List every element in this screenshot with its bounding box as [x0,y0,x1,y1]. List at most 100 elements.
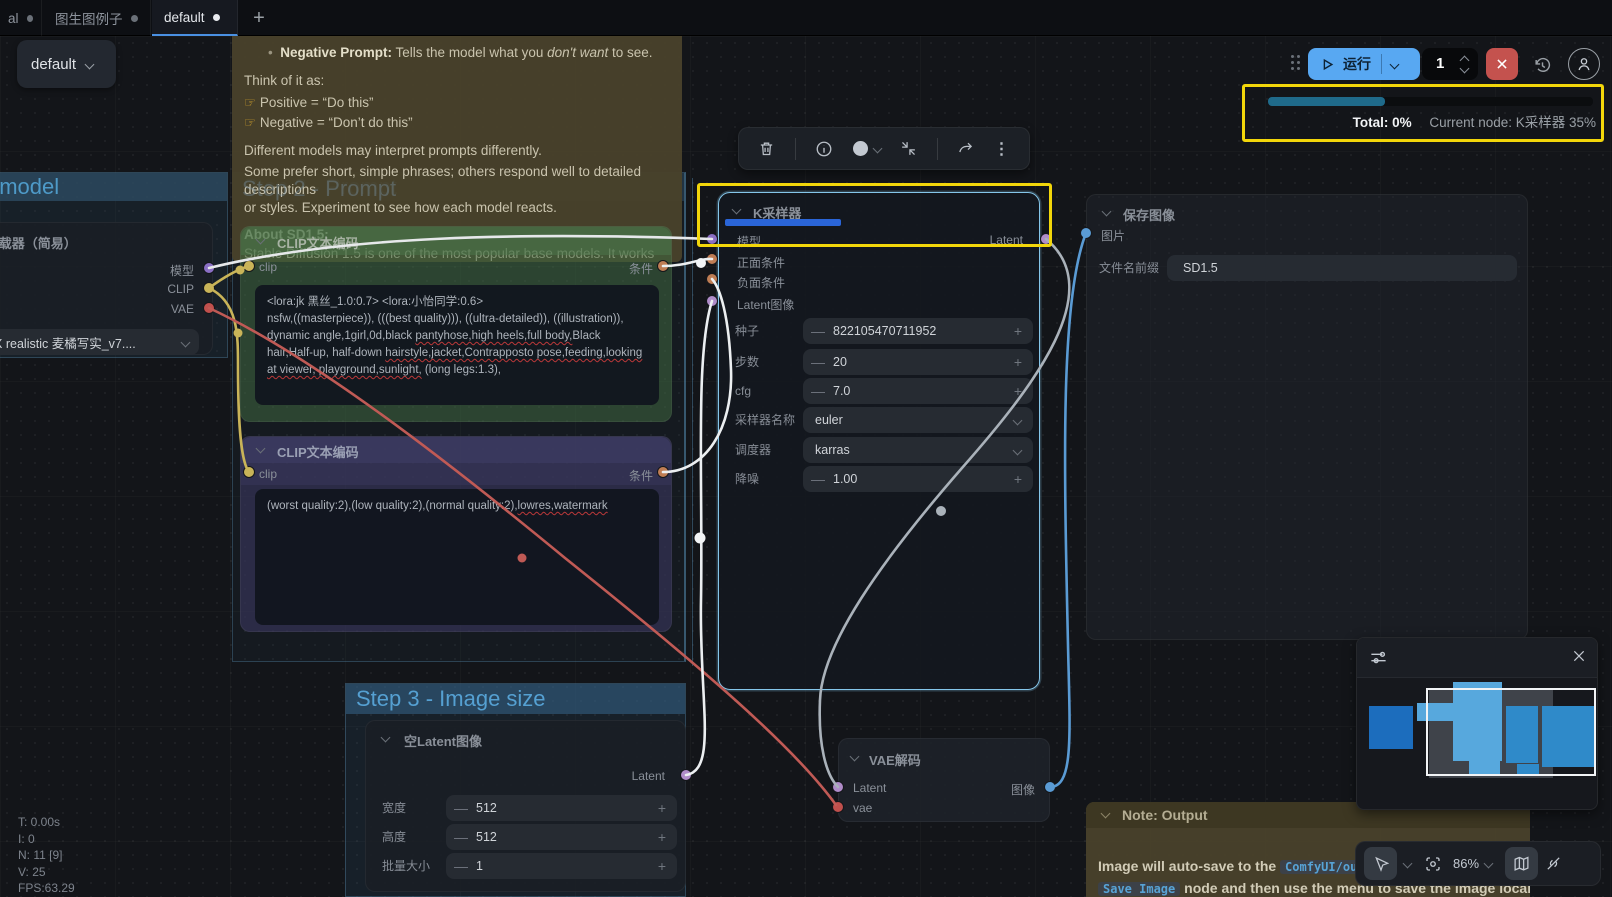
node-vae-decode[interactable]: VAE解码 Latent vae 图像 [838,738,1050,822]
node-empty-latent[interactable]: 空Latent图像 Latent 宽度 —512+ 高度 —512+ 批量大小 … [365,720,686,892]
minimap-close-button[interactable] [1571,648,1587,664]
group-image-size-header[interactable]: Step 3 - Image size [346,684,685,714]
user-avatar-button[interactable] [1568,48,1600,80]
zoom-level-dropdown[interactable]: 86% [1453,856,1492,871]
decrement-button[interactable]: — [803,323,833,339]
tab-workflow-2[interactable]: 图生图例子 [43,0,151,36]
history-button[interactable] [1532,55,1552,75]
output-socket-latent[interactable] [680,769,692,781]
tab-workflow-default[interactable]: default [152,0,238,36]
new-workflow-button[interactable]: + [246,5,272,31]
batch-count-input[interactable]: 1 [1422,48,1478,80]
delete-node-button[interactable] [758,140,775,157]
input-socket-positive[interactable] [706,253,718,265]
sampler-combo[interactable]: euler [803,407,1033,433]
output-socket-cond[interactable] [657,466,669,478]
input-socket-model[interactable] [706,233,718,245]
progress-track [1268,97,1593,106]
increment-button[interactable]: + [1003,383,1033,399]
increment-button[interactable]: + [647,858,677,874]
output-socket-model[interactable] [203,262,215,274]
output-socket-cond[interactable] [657,260,669,272]
tab-workflow-1[interactable]: al [0,0,42,36]
chevron-down-icon[interactable] [1403,859,1413,869]
increment-button[interactable]: + [1003,354,1033,370]
collapse-chevron-icon[interactable] [732,205,742,215]
group-title-ghost: Step 2 - Prompt [242,176,396,202]
decrement-button[interactable]: — [803,471,833,487]
batch-stepper[interactable]: —1+ [446,853,677,879]
increment-button[interactable]: + [647,800,677,816]
node-clip-negative[interactable]: CLIP文本编码 clip 条件 (worst quality:2),(low … [240,436,672,632]
chevron-down-icon [1013,445,1023,455]
cancel-run-button[interactable] [1486,48,1518,80]
decrement-button[interactable]: — [803,383,833,399]
input-socket-image[interactable] [1080,227,1092,239]
collapse-chevron-icon[interactable] [256,235,266,245]
output-socket-vae[interactable] [203,302,215,314]
increment-button[interactable]: + [1003,471,1033,487]
steps-stepper[interactable]: —20+ [803,349,1033,375]
minimap-panel[interactable] [1356,637,1598,810]
collapse-chevron-icon[interactable] [850,752,860,762]
minimap-viewport-rect[interactable] [1426,688,1596,776]
toggle-links-button[interactable] [1545,855,1562,872]
filename-prefix-field[interactable]: SD1.5 [1167,255,1517,281]
input-label: Latent图像 [737,296,794,313]
progress-text: Total: 0% Current node: K采样器 35% [1353,111,1596,131]
toggle-minimap-button[interactable] [1505,847,1538,880]
node-titlebar[interactable]: CLIP文本编码 [241,227,671,255]
decrement-button[interactable]: — [446,800,476,816]
prompt-textarea[interactable]: (worst quality:2),(low quality:2),(norma… [255,489,659,625]
prompt-textarea[interactable]: <lora:jk 黑丝_1.0:0.7> <lora:小怡同学:0.6> nsf… [255,285,659,405]
input-socket-latent[interactable] [706,295,718,307]
node-checkpoint-loader[interactable]: Checkpoint加载器（简易） 模型 CLIP VAE majicMIX r… [0,222,213,355]
collapse-chevron-icon[interactable] [1102,207,1112,217]
input-socket-latent[interactable] [832,781,844,793]
scheduler-combo[interactable]: karras [803,437,1033,463]
width-stepper[interactable]: —512+ [446,795,677,821]
workflow-selector[interactable]: default [17,40,116,88]
decrement-chevron-icon[interactable] [1460,64,1470,74]
node-color-button[interactable] [853,141,881,156]
increment-button[interactable]: + [1003,323,1033,339]
collapse-chevron-icon[interactable] [381,733,391,743]
ckpt-name-combo[interactable]: majicMIX realistic 麦橘写实_v7.... [0,329,199,355]
redo-button[interactable] [957,140,974,157]
output-label: Latent [632,769,665,783]
pointer-tool-button[interactable] [1364,847,1397,880]
group-load-model-header[interactable]: Step 1 - Load model [0,173,227,201]
output-socket-latent[interactable] [1040,233,1052,245]
decrement-button[interactable]: — [446,858,476,874]
minimap-body[interactable] [1357,678,1597,809]
node-info-button[interactable] [815,140,833,158]
input-socket-clip[interactable] [243,260,255,272]
height-stepper[interactable]: —512+ [446,824,677,850]
input-socket-vae[interactable] [832,801,844,813]
output-socket-clip[interactable] [203,282,215,294]
run-button[interactable]: 运行 [1308,48,1420,80]
increment-button[interactable]: + [647,829,677,845]
input-socket-clip[interactable] [243,466,255,478]
node-ksampler[interactable]: K采样器 模型 Latent 正面条件 负面条件 Latent图像 种子 —82… [718,192,1040,690]
output-socket-image[interactable] [1044,781,1056,793]
minimap-settings-button[interactable] [1369,648,1388,667]
more-options-button[interactable]: ⋮ [994,139,1010,159]
collapse-chevron-icon[interactable] [1101,809,1111,819]
decrement-button[interactable]: — [446,829,476,845]
fit-view-button[interactable] [1424,855,1442,873]
seed-stepper[interactable]: —822105470711952+ [803,318,1033,344]
collapse-node-button[interactable] [900,140,917,157]
drag-handle[interactable] [1291,55,1301,73]
denoise-stepper[interactable]: —1.00+ [803,466,1033,492]
node-clip-positive[interactable]: CLIP文本编码 clip 条件 <lora:jk 黑丝_1.0:0.7> <l… [240,226,672,422]
node-save-image[interactable]: 保存图像 图片 文件名前缀 SD1.5 [1086,194,1528,640]
decrement-button[interactable]: — [803,354,833,370]
node-titlebar[interactable]: CLIP文本编码 [241,437,671,463]
run-options-chevron-icon[interactable] [1390,59,1400,69]
close-icon [1571,648,1587,664]
input-socket-negative[interactable] [706,273,718,285]
cfg-stepper[interactable]: —7.0+ [803,378,1033,404]
minimap-header [1357,638,1597,678]
collapse-chevron-icon[interactable] [256,444,266,454]
